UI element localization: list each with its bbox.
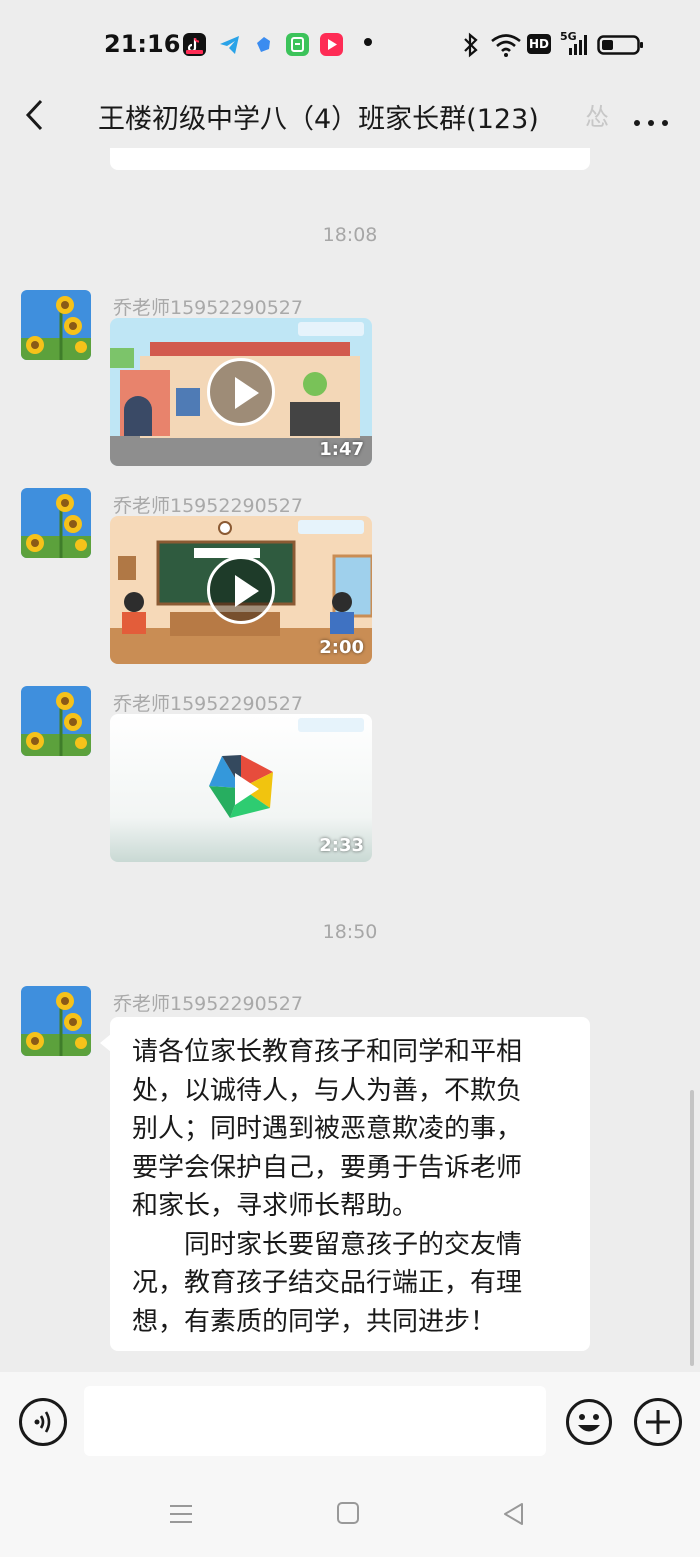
hd-badge: HD	[527, 34, 551, 54]
home-nav-icon[interactable]	[335, 1500, 361, 1530]
message-line: 况，教育孩子结交品行端正，有理	[132, 1268, 523, 1298]
red-play-app-icon	[320, 33, 343, 56]
more-options-icon[interactable]	[633, 112, 669, 131]
message-line: 要学会保护自己，要勇于告诉老师	[132, 1152, 523, 1183]
back-arrow-icon[interactable]	[20, 98, 50, 136]
play-button-icon[interactable]	[207, 754, 275, 822]
notification-dot	[364, 38, 372, 46]
sender-name: 乔老师15952290527	[113, 993, 303, 1015]
video-duration: 2:33	[319, 835, 364, 856]
play-button-icon[interactable]	[207, 556, 275, 624]
battery-icon	[597, 34, 645, 60]
message-line: 处，以诚待人，与人为善，不欺负	[132, 1075, 523, 1106]
blue-app-icon	[252, 33, 275, 56]
douyin-icon	[183, 33, 206, 56]
status-time: 21:16	[104, 30, 181, 58]
avatar[interactable]	[21, 488, 91, 558]
plus-icon	[646, 1410, 670, 1434]
telegram-icon	[218, 33, 241, 56]
avatar[interactable]	[21, 686, 91, 756]
back-nav-icon[interactable]	[500, 1500, 528, 1532]
message-line: 和家长，寻求师长帮助。	[132, 1191, 419, 1221]
message-input[interactable]	[84, 1386, 546, 1456]
smiley-icon	[566, 1399, 612, 1445]
wifi-icon	[490, 32, 522, 62]
sender-name: 乔老师15952290527	[113, 297, 303, 319]
video-duration: 2:00	[319, 637, 364, 658]
video-message[interactable]: 1:47	[110, 318, 372, 466]
previous-message-bubble[interactable]	[110, 148, 590, 170]
timestamp: 18:50	[322, 921, 378, 943]
signal-icon	[561, 34, 587, 60]
more-functions-button[interactable]	[634, 1398, 682, 1446]
menu-nav-icon[interactable]	[167, 1500, 195, 1532]
avatar[interactable]	[21, 986, 91, 1056]
message-line: 请各位家长教育孩子和同学和平相	[132, 1037, 523, 1067]
chat-title: 王楼初级中学八（4）班家长群(123)	[98, 104, 539, 135]
play-button-icon[interactable]	[207, 358, 275, 426]
video-duration: 1:47	[319, 439, 364, 460]
message-line: 同时家长要留意孩子的交友情	[132, 1229, 523, 1260]
green-app-icon	[286, 33, 309, 56]
timestamp: 18:08	[322, 224, 378, 246]
message-line: 想，有素质的同学，共同进步！	[132, 1306, 497, 1337]
sender-name: 乔老师15952290527	[113, 693, 303, 715]
sender-name: 乔老师15952290527	[113, 495, 303, 517]
chat-scrollbar[interactable]	[690, 1090, 694, 1366]
status-bar: 21:16 HD 5G	[0, 0, 700, 88]
video-message[interactable]: 2:00	[110, 516, 372, 664]
voice-input-button[interactable]	[19, 1398, 67, 1446]
text-message-bubble[interactable]: 请各位家长教育孩子和同学和平相 处，以诚待人，与人为善，不欺负 别人；同时遇到被…	[110, 1017, 590, 1351]
video-message[interactable]: 2:33	[110, 714, 372, 862]
avatar[interactable]	[21, 290, 91, 360]
voice-icon	[34, 1411, 51, 1433]
title-overflow: 怂	[585, 103, 609, 131]
message-line: 别人；同时遇到被恶意欺凌的事，	[132, 1114, 523, 1144]
emoji-button[interactable]	[565, 1398, 613, 1446]
bluetooth-icon	[462, 32, 480, 62]
